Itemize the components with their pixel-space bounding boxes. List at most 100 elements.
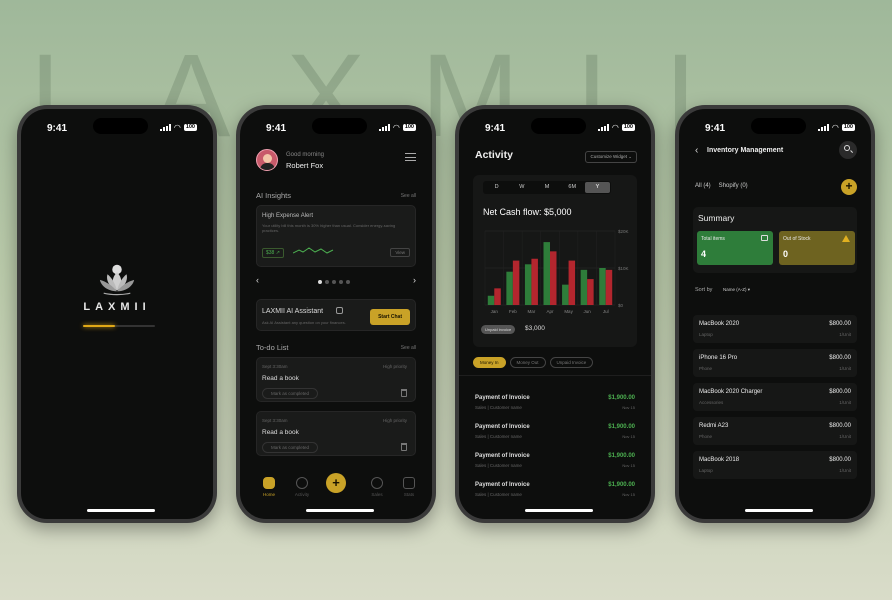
chart-bar[interactable]: [506, 271, 513, 305]
carousel-dot[interactable]: [332, 280, 336, 284]
chart-bar[interactable]: [512, 260, 520, 305]
range-option-w[interactable]: W: [509, 182, 534, 193]
trash-icon[interactable]: [401, 389, 407, 397]
transaction-subtitle: Sales | Customer name: [475, 463, 522, 468]
carousel-dot[interactable]: [325, 280, 329, 284]
status-time: 9:41: [705, 123, 726, 134]
chart-bar[interactable]: [531, 258, 538, 305]
alert-view-button[interactable]: View: [390, 248, 410, 257]
trash-icon[interactable]: [401, 443, 407, 451]
home-indicator[interactable]: [745, 509, 813, 512]
tab-activity[interactable]: Activity: [287, 475, 317, 497]
filter-unpaid-invoice[interactable]: Unpaid Invoice: [549, 357, 594, 368]
todo-priority: High priority: [382, 418, 407, 423]
customize-widget-dropdown[interactable]: Customize Widget ⌄: [585, 151, 637, 163]
mark-completed-button[interactable]: Mark as completed: [262, 388, 319, 399]
mark-completed-button[interactable]: Mark as completed: [262, 442, 319, 453]
product-row[interactable]: iPhone 16 Pro Phone $800.00 1/Unit: [693, 349, 857, 377]
range-option-y[interactable]: Y: [584, 182, 611, 193]
product-row[interactable]: MacBook 2018 Laptop $800.00 1/Unit: [693, 451, 857, 479]
carousel-dot[interactable]: [346, 280, 350, 284]
todo-item[interactable]: Sept 3:30am High priority Read a book Ma…: [256, 357, 416, 402]
product-row[interactable]: MacBook 2020 Laptop $800.00 1/Unit: [693, 315, 857, 343]
transaction-row[interactable]: Payment of Invoice Sales | Customer name…: [473, 449, 637, 475]
sort-select[interactable]: Name (A-Z) ▾: [723, 287, 750, 293]
transaction-amount: $1,900.00: [608, 424, 635, 430]
chart-bar[interactable]: [568, 260, 576, 305]
product-row[interactable]: MacBook 2020 Charger Accessories $800.00…: [693, 383, 857, 411]
avatar[interactable]: [256, 149, 278, 171]
todo-see-all-link[interactable]: See all: [401, 345, 416, 351]
transaction-subtitle: Sales | Customer name: [475, 434, 522, 439]
total-items-stat[interactable]: Total items 4: [697, 231, 773, 265]
hamburger-menu-icon[interactable]: [405, 153, 416, 164]
tab-sales[interactable]: Sales: [362, 475, 392, 497]
chart-x-tick-label: Jan: [491, 309, 499, 314]
ai-assistant-title: LAXMII AI Assistant: [262, 308, 324, 315]
tab-shopify[interactable]: Shopify (0): [719, 183, 748, 189]
bottom-tab-bar: Home Activity + Sales Stats: [240, 473, 432, 505]
add-button[interactable]: +: [326, 473, 346, 493]
chart-bar[interactable]: [524, 264, 532, 305]
product-category: Accessories: [699, 400, 724, 405]
tab-all[interactable]: All (4): [695, 183, 711, 189]
search-button[interactable]: [839, 141, 857, 159]
chart-bar[interactable]: [494, 288, 501, 305]
tab-stats[interactable]: Stats: [394, 475, 424, 497]
product-unit: 1/Unit: [839, 468, 851, 473]
carousel-next-icon[interactable]: ›: [413, 275, 416, 285]
transaction-row[interactable]: Payment of Invoice Sales | Customer name…: [473, 420, 637, 446]
home-indicator[interactable]: [525, 509, 593, 512]
chart-x-tick-label: Feb: [509, 309, 517, 314]
chart-bar[interactable]: [599, 268, 606, 305]
transaction-row[interactable]: Payment of Invoice Sales | Customer name…: [473, 478, 637, 504]
transaction-date: Nov 15: [622, 492, 635, 497]
ai-insights-see-all-link[interactable]: See all: [401, 193, 416, 199]
chart-bar[interactable]: [543, 242, 551, 305]
back-chevron-icon[interactable]: ‹: [695, 145, 698, 156]
loading-progress-fill: [83, 325, 116, 327]
carousel-dot[interactable]: [339, 280, 343, 284]
battery-icon: 100: [841, 124, 855, 131]
range-option-d[interactable]: D: [484, 182, 509, 193]
start-chat-button[interactable]: Start Chat: [370, 309, 410, 325]
carousel-prev-icon[interactable]: ‹: [256, 275, 259, 285]
transaction-title: Payment of Invoice: [475, 453, 530, 459]
product-category: Phone: [699, 434, 713, 439]
lotus-logo-icon: [99, 264, 135, 296]
status-bar: 9:41 ◠ 100: [21, 118, 213, 137]
range-option-m[interactable]: M: [534, 182, 559, 193]
todo-item[interactable]: Sept 3:30am High priority Read a book Ma…: [256, 411, 416, 456]
phone-activity: 9:41 ◠ 100 Activity Customize Widget ⌄ D…: [455, 105, 655, 523]
transaction-subtitle: Sales | Customer name: [475, 405, 522, 410]
chart-bar[interactable]: [550, 251, 557, 305]
add-item-button[interactable]: +: [841, 179, 857, 195]
range-option-6m[interactable]: 6M: [560, 182, 585, 193]
cash-flow-chart-card: D W M 6M Y Net Cash flow: $5,000 $20K $10K $0 J…: [473, 175, 637, 347]
ai-insights-heading: AI Insights: [256, 191, 292, 200]
chart-bar[interactable]: [605, 269, 613, 305]
chart-bar[interactable]: [487, 295, 495, 305]
activity-screen: 9:41 ◠ 100 Activity Customize Widget ⌄ D…: [459, 109, 651, 519]
divider: [459, 375, 651, 376]
carousel-dot[interactable]: [318, 280, 322, 284]
chart-bar[interactable]: [562, 284, 569, 305]
expense-alert-card[interactable]: High Expense Alert Your utility bill thi…: [256, 205, 416, 267]
net-cash-flow-title: Net Cash flow: $5,000: [483, 207, 572, 217]
filter-money-out[interactable]: Money Out: [509, 357, 546, 368]
home-indicator[interactable]: [87, 509, 155, 512]
carousel-dots[interactable]: [318, 280, 350, 284]
chart-bar[interactable]: [580, 269, 588, 305]
home-indicator[interactable]: [306, 509, 374, 512]
stats-icon: [403, 477, 415, 489]
transaction-row[interactable]: Payment of Invoice Sales | Customer name…: [473, 391, 637, 417]
product-row[interactable]: Redmi A23 Phone $800.00 1/Unit: [693, 417, 857, 445]
transaction-title: Payment of Invoice: [475, 395, 530, 401]
tab-home[interactable]: Home: [254, 475, 284, 497]
chart-bar[interactable]: [587, 279, 594, 305]
transaction-amount: $1,900.00: [608, 395, 635, 401]
filter-money-in[interactable]: Money In: [473, 357, 506, 368]
transaction-amount: $1,900.00: [608, 482, 635, 488]
out-of-stock-stat[interactable]: Out of Stock 0: [779, 231, 855, 265]
chart-x-tick-label: Jul: [603, 309, 609, 314]
